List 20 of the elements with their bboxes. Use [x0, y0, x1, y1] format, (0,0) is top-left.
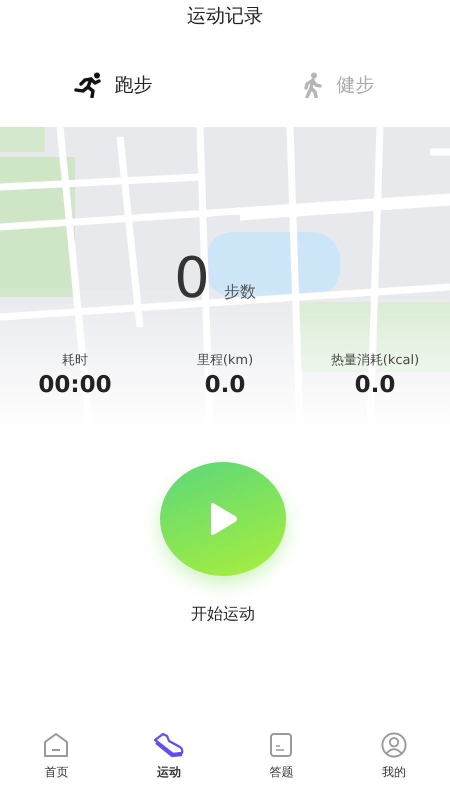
stat-value: 00:00: [38, 372, 112, 398]
shoe-icon: [152, 732, 185, 758]
stat-label: 热量消耗(kcal): [330, 352, 420, 369]
stat-label: 里程(km): [196, 352, 254, 369]
stat-value: 0.0: [204, 372, 246, 398]
home-icon: [43, 732, 70, 758]
document-icon: [269, 732, 294, 758]
start-label: 开始运动: [191, 604, 255, 625]
steps-unit: 步数: [224, 282, 256, 303]
user-icon: [380, 732, 407, 758]
mode-tab[interactable]: 跑步: [0, 43, 225, 127]
stat-value: 0.0: [354, 372, 396, 398]
stat-label: 耗时: [62, 352, 88, 369]
step-count: 0: [174, 251, 210, 307]
nav-tab[interactable]: 运动: [112, 720, 225, 792]
nav-tab[interactable]: 我的: [338, 720, 450, 792]
nav-tab[interactable]: 答题: [225, 720, 338, 792]
running-figure-icon: [72, 72, 102, 98]
page-title: 运动记录: [187, 4, 263, 29]
nav-tab[interactable]: 首页: [0, 720, 112, 792]
